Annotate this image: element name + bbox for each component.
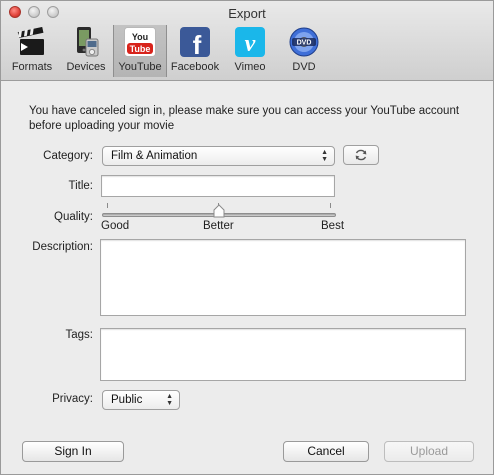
toolbar-label: Vimeo: [234, 61, 266, 73]
popup-arrows-icon: ▲ ▼: [321, 149, 328, 163]
title-field[interactable]: [101, 175, 335, 197]
quality-mid-label: Better: [203, 220, 234, 232]
film-clapper-icon: [16, 26, 48, 58]
quality-max-label: Best: [321, 220, 345, 232]
devices-icon: [70, 26, 102, 58]
svg-text:v: v: [245, 31, 256, 57]
title-bar: Export Formats Devices You Tube YouTube …: [1, 1, 493, 81]
quality-slider-thumb[interactable]: [213, 204, 225, 218]
toolbar-label: YouTube: [118, 61, 162, 73]
svg-text:f: f: [193, 30, 202, 58]
popup-arrows-icon: ▲ ▼: [166, 393, 173, 407]
toolbar-item-formats[interactable]: Formats: [5, 25, 59, 77]
category-label: Category:: [43, 150, 93, 162]
toolbar-label: Formats: [11, 61, 53, 73]
refresh-categories-button[interactable]: [343, 145, 379, 165]
slider-tick: [330, 203, 331, 208]
toolbar-item-facebook[interactable]: f Facebook: [167, 25, 223, 77]
toolbar-item-dvd[interactable]: DVD DVD: [277, 25, 331, 77]
vimeo-icon: v: [234, 26, 266, 58]
refresh-icon: [355, 149, 367, 161]
facebook-icon: f: [179, 26, 211, 58]
upload-button[interactable]: Upload: [384, 441, 474, 462]
toolbar-item-youtube[interactable]: You Tube YouTube: [113, 25, 167, 77]
description-label: Description:: [32, 241, 93, 253]
window-title: Export: [228, 6, 266, 21]
svg-text:You: You: [132, 32, 148, 42]
dvd-icon: DVD: [288, 26, 320, 58]
toolbar-label: Facebook: [170, 61, 220, 73]
quality-min-label: Good: [101, 220, 130, 232]
svg-text:DVD: DVD: [297, 40, 312, 47]
toolbar-item-devices[interactable]: Devices: [59, 25, 113, 77]
youtube-icon: You Tube: [124, 26, 156, 58]
toolbar-label: Devices: [66, 61, 106, 73]
quality-label: Quality:: [54, 211, 93, 223]
toolbar-label: DVD: [292, 61, 316, 73]
tags-field[interactable]: [100, 328, 466, 381]
sign-in-button[interactable]: Sign In: [22, 441, 124, 462]
export-toolbar: Formats Devices You Tube YouTube f Faceb…: [5, 25, 331, 77]
description-field[interactable]: [100, 239, 466, 316]
privacy-select[interactable]: Public ▲ ▼: [102, 390, 180, 410]
export-window: Export Formats Devices You Tube YouTube …: [0, 0, 494, 475]
sign-in-notice: You have canceled sign in, please make s…: [29, 105, 460, 132]
privacy-value: Public: [111, 394, 143, 406]
cancel-button[interactable]: Cancel: [283, 441, 369, 462]
toolbar-item-vimeo[interactable]: v Vimeo: [223, 25, 277, 77]
title-label: Title:: [68, 180, 94, 192]
tags-label: Tags:: [65, 329, 94, 341]
svg-text:Tube: Tube: [130, 44, 151, 54]
privacy-label: Privacy:: [52, 393, 93, 405]
category-select[interactable]: Film & Animation ▲ ▼: [102, 146, 335, 166]
category-value: Film & Animation: [111, 150, 198, 162]
slider-tick: [107, 203, 108, 208]
